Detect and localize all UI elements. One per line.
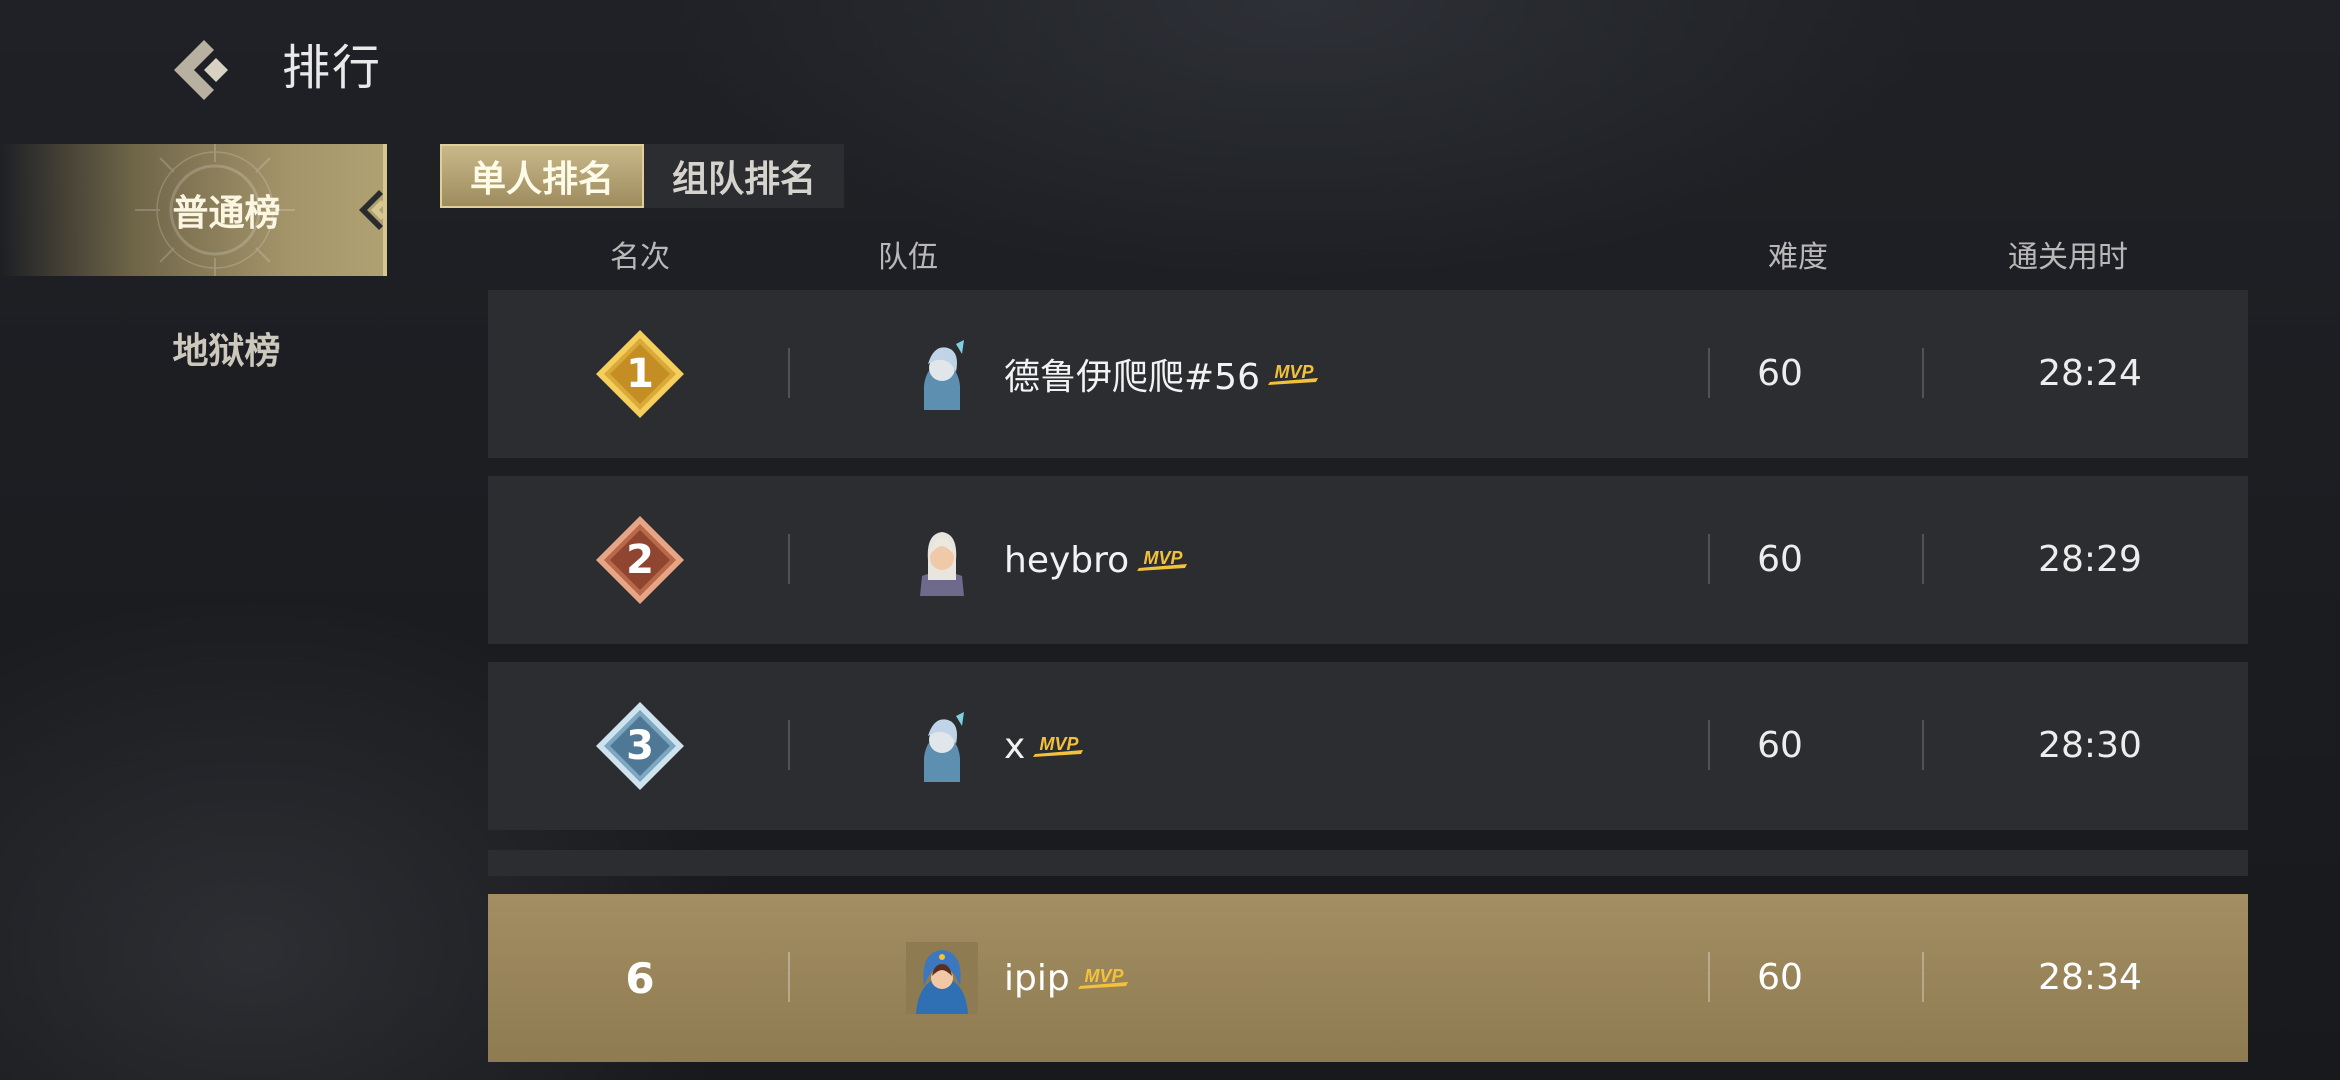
mvp-badge-icon: MVP [1266,358,1322,390]
ranking-tabs: 单人排名 组队排名 [440,144,845,208]
clear-time-value: 28:34 [2038,957,2142,998]
difficulty-value: 60 [1757,539,1803,580]
player-name: 德鲁伊爬爬#56 [1004,357,1260,398]
divider [788,952,790,1002]
player-name: x [1004,725,1026,767]
page-title: 排行 [282,40,383,96]
tab-team[interactable]: 组队排名 [644,144,845,208]
divider [788,720,790,770]
divider [788,348,790,398]
player-name-wrap: ipip MVP [1004,948,1132,1008]
column-header-time: 通关用时 [2008,240,2128,275]
mvp-badge-icon: MVP [1135,544,1191,576]
divider [1922,952,1924,1002]
back-arrow-icon [174,40,228,100]
tab-solo[interactable]: 单人排名 [440,144,645,208]
player-name-wrap: x MVP [1004,716,1087,776]
mvp-badge-icon: MVP [1076,962,1132,994]
difficulty-value: 60 [1757,725,1803,766]
column-header-rank: 名次 [610,240,670,275]
back-button[interactable] [168,36,240,104]
sidebar-item-label: 地狱榜 [172,331,281,372]
rank-badge: 1 [594,328,686,420]
clear-time-value: 28:24 [2038,353,2142,394]
player-name-wrap: 德鲁伊爬爬#56 MVP [1004,344,1322,404]
my-rank-row[interactable]: 6 ipip MVP 60 28:34 [488,894,2248,1062]
chevron-left-icon [359,190,385,230]
rank-badge: 2 [594,514,686,606]
clear-time-value: 28:30 [2038,725,2142,766]
divider [1922,534,1924,584]
table-row[interactable]: 2 heybro MVP 60 28:29 [488,476,2248,644]
rank-number: 3 [626,723,654,769]
header: 排行 [0,0,2340,140]
rank-number: 6 [625,953,655,1003]
avatar-icon [906,338,978,410]
difficulty-value: 60 [1757,957,1803,998]
player-name: heybro [1004,539,1130,581]
divider [788,534,790,584]
sidebar-item-normal[interactable]: 普通榜 [0,144,387,276]
rank-number: 2 [626,537,654,583]
difficulty-value: 60 [1757,353,1803,394]
column-header-difficulty: 难度 [1768,240,1828,275]
table-row[interactable]: 1 德鲁伊爬爬#56 MVP 60 28:24 [488,290,2248,458]
avatar-icon [906,710,978,782]
sidebar-item-hell[interactable]: 地狱榜 [0,282,383,414]
player-name-wrap: heybro MVP [1004,530,1191,590]
sun-decoration-icon [135,144,295,276]
avatar-icon [906,942,978,1014]
divider [1922,348,1924,398]
player-name: ipip [1004,957,1070,999]
rank-badge: 3 [594,700,686,792]
partial-row [488,850,2248,876]
avatar-icon [906,524,978,596]
rank-number: 1 [626,351,654,397]
column-header-team: 队伍 [878,240,938,275]
divider [1922,720,1924,770]
sidebar: 普通榜 地狱榜 [0,144,390,414]
clear-time-value: 28:29 [2038,539,2142,580]
table-row[interactable]: 3 x MVP 60 28:30 [488,662,2248,830]
mvp-badge-icon: MVP [1031,730,1087,762]
